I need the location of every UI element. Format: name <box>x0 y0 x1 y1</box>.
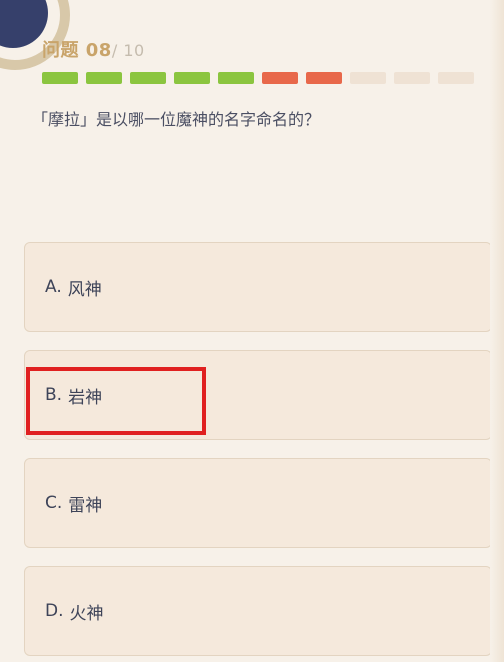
option-c-button[interactable]: C. 雷神 <box>24 458 492 548</box>
answer-options: A. 风神 B. 岩神 C. 雷神 D. 火神 <box>24 242 492 662</box>
option-d-button[interactable]: D. 火神 <box>24 566 492 656</box>
question-number: 08 <box>85 40 112 61</box>
question-counter: 问题 08/ 10 <box>42 36 145 62</box>
progress-segment <box>42 72 78 84</box>
option-letter: C. <box>45 493 63 513</box>
progress-segment <box>438 72 474 84</box>
progress-segment <box>394 72 430 84</box>
question-prefix: 问题 <box>42 40 86 61</box>
option-letter: B. <box>45 385 63 405</box>
option-b-button[interactable]: B. 岩神 <box>24 350 492 440</box>
progress-segment <box>218 72 254 84</box>
option-label: 岩神 <box>68 387 103 408</box>
right-edge-shadow <box>490 0 504 662</box>
progress-segment <box>262 72 298 84</box>
progress-segment <box>86 72 122 84</box>
option-label: 雷神 <box>68 495 103 516</box>
option-label: 火神 <box>69 603 104 624</box>
option-letter: A. <box>45 277 62 297</box>
progress-segment <box>130 72 166 84</box>
question-text: 「摩拉」是以哪一位魔神的名字命名的？ <box>32 110 321 129</box>
progress-segment <box>306 72 342 84</box>
progress-bar <box>42 72 474 84</box>
progress-segment <box>350 72 386 84</box>
quiz-screen: 问题 08/ 10 「摩拉」是以哪一位魔神的名字命名的？ A. 风神 B. 岩神… <box>0 0 504 662</box>
option-letter: D. <box>45 601 64 621</box>
progress-segment <box>174 72 210 84</box>
question-total: / 10 <box>111 41 145 60</box>
option-label: 风神 <box>67 279 102 300</box>
option-a-button[interactable]: A. 风神 <box>24 242 492 332</box>
